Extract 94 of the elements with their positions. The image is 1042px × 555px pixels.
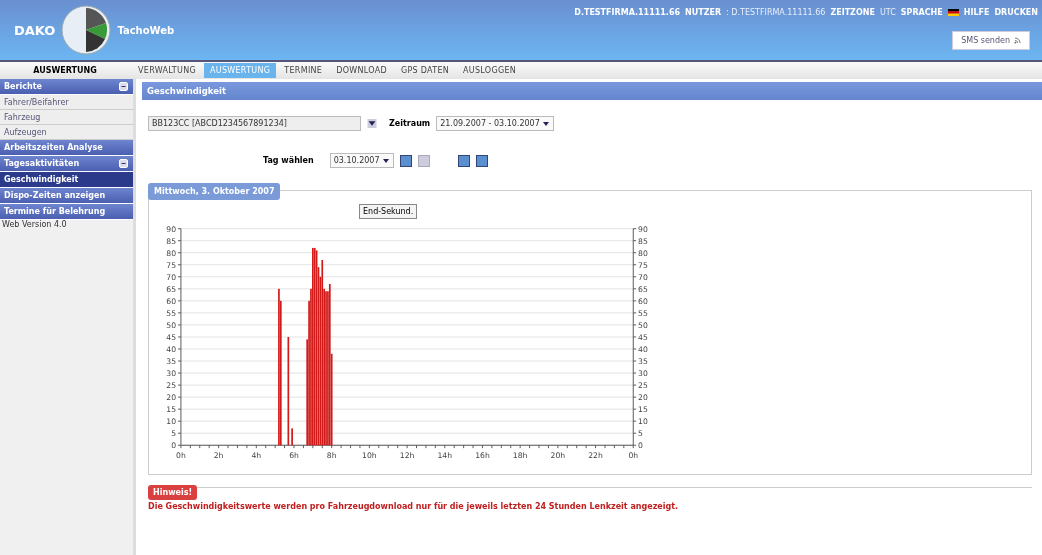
company-name: D.TESTFIRMA.11111.66 bbox=[574, 8, 680, 17]
y-tick-label: 60 bbox=[638, 296, 648, 306]
nav-tab[interactable]: AUSLOGGEN bbox=[457, 63, 523, 78]
y-tick-label: 50 bbox=[166, 320, 177, 330]
sidebar-item[interactable]: Dispo-Zeiten anzeigen bbox=[0, 188, 133, 204]
section-title: AUSWERTUNG bbox=[32, 66, 98, 75]
app-name: TachoWeb bbox=[117, 24, 175, 36]
x-tick-label: 6h bbox=[289, 450, 299, 460]
y-tick-label: 20 bbox=[638, 393, 648, 402]
sidebar-item[interactable]: Fahrzeug bbox=[0, 110, 133, 125]
x-tick-label: 8h bbox=[326, 450, 337, 460]
dropdown-icon bbox=[541, 119, 550, 128]
y-tick-label: 15 bbox=[166, 405, 177, 415]
y-tick-label: 5 bbox=[638, 429, 643, 439]
user-label: NUTZER bbox=[685, 8, 722, 17]
y-tick-label: 45 bbox=[166, 332, 177, 342]
y-tick-label: 45 bbox=[638, 332, 648, 342]
pie-logo-icon bbox=[61, 5, 112, 55]
timezone-label: ZEITZONE bbox=[830, 8, 875, 17]
x-tick-label: 18h bbox=[512, 450, 528, 460]
y-tick-label: 30 bbox=[638, 368, 648, 378]
nav-tab[interactable]: DOWNLOAD bbox=[330, 63, 393, 78]
y-tick-label: 90 bbox=[166, 224, 177, 234]
day-select[interactable]: 03.10.2007 bbox=[329, 153, 394, 168]
collapse-icon bbox=[119, 159, 128, 168]
x-tick-label: 12h bbox=[399, 450, 415, 460]
y-tick-label: 60 bbox=[166, 296, 177, 306]
x-tick-label: 16h bbox=[475, 450, 490, 460]
sidebar-item[interactable]: Geschwindigkeit bbox=[0, 172, 133, 188]
version-text: Web Version 4.0 bbox=[1, 220, 68, 229]
x-tick-label: 10h bbox=[362, 450, 377, 460]
y-tick-label: 40 bbox=[638, 344, 648, 354]
y-tick-label: 65 bbox=[166, 284, 177, 294]
user-name: : D.TESTFIRMA.11111.66 bbox=[726, 8, 826, 17]
notice-text: Die Geschwindigkeitswerte werden pro Fahrzeugdownload nur für die jeweils letzten 24 Stunden Lenkzeit angezeigt. bbox=[148, 502, 680, 511]
y-tick-label: 35 bbox=[166, 356, 177, 366]
logo-text: DAKO bbox=[14, 22, 56, 38]
y-tick-label: 50 bbox=[638, 320, 648, 330]
y-tick-label: 65 bbox=[638, 284, 648, 294]
x-tick-label: 4h bbox=[251, 450, 262, 460]
y-tick-label: 90 bbox=[638, 224, 648, 234]
dropdown-icon bbox=[381, 156, 390, 165]
sms-send-button[interactable]: SMS senden bbox=[952, 31, 1030, 50]
period-select[interactable]: 21.09.2007 - 03.10.2007 bbox=[436, 116, 554, 131]
x-tick-label: 20h bbox=[550, 450, 566, 460]
sidebar-item[interactable]: Berichte bbox=[0, 79, 133, 95]
timezone-value: UTC bbox=[879, 8, 896, 17]
y-tick-label: 40 bbox=[166, 344, 177, 354]
language-label: SPRACHE bbox=[900, 8, 943, 17]
y-tick-label: 55 bbox=[166, 308, 177, 318]
y-tick-label: 80 bbox=[166, 248, 177, 258]
y-tick-label: 0 bbox=[171, 441, 177, 451]
y-tick-label: 15 bbox=[638, 405, 648, 415]
x-tick-label: 0h bbox=[628, 450, 639, 460]
sidebar-item[interactable]: Tagesaktivitäten bbox=[0, 156, 133, 172]
page-title: Geschwindigkeit bbox=[142, 82, 1042, 100]
german-flag-icon[interactable] bbox=[947, 9, 959, 16]
y-tick-label: 75 bbox=[638, 260, 648, 270]
sidebar-item[interactable]: Termine für Belehrung bbox=[0, 204, 133, 220]
x-tick-label: 22h bbox=[588, 450, 603, 460]
y-tick-label: 75 bbox=[166, 260, 177, 270]
y-tick-label: 25 bbox=[166, 380, 177, 390]
y-tick-label: 10 bbox=[638, 417, 648, 427]
y-tick-label: 80 bbox=[638, 248, 648, 258]
rss-icon bbox=[1014, 37, 1021, 44]
y-tick-label: 20 bbox=[166, 393, 177, 402]
y-tick-label: 5 bbox=[171, 429, 177, 439]
end-seconds-button[interactable]: End-Sekund. bbox=[359, 204, 418, 219]
nav-tab[interactable]: TERMINE bbox=[278, 63, 329, 78]
y-tick-label: 85 bbox=[166, 236, 177, 246]
y-tick-label: 85 bbox=[638, 236, 648, 246]
y-tick-label: 30 bbox=[166, 368, 177, 378]
collapse-icon bbox=[119, 82, 128, 91]
y-tick-label: 70 bbox=[638, 272, 648, 282]
day-label: Tag wählen bbox=[263, 156, 314, 165]
vehicle-select[interactable]: BB123CC [ABCD1234567891234] bbox=[148, 116, 361, 131]
y-tick-label: 0 bbox=[638, 441, 643, 451]
dropdown-icon[interactable] bbox=[367, 119, 377, 128]
y-tick-label: 55 bbox=[638, 308, 648, 318]
chart-date-title: Mittwoch, 3. Oktober 2007 bbox=[148, 183, 281, 200]
y-tick-label: 35 bbox=[638, 356, 648, 366]
sidebar-item[interactable]: Arbeitszeiten Analyse bbox=[0, 140, 133, 156]
x-tick-label: 14h bbox=[437, 450, 453, 460]
nav-tab[interactable]: GPS DATEN bbox=[394, 63, 456, 78]
notice-title: Hinweis! bbox=[148, 485, 198, 500]
period-label: Zeitraum bbox=[389, 119, 431, 128]
sidebar-item[interactable]: Aufzeugen bbox=[0, 125, 133, 140]
y-tick-label: 25 bbox=[638, 380, 648, 390]
y-tick-label: 10 bbox=[166, 417, 177, 427]
nav-tab[interactable]: VERWALTUNG bbox=[132, 63, 202, 78]
x-tick-label: 0h bbox=[176, 450, 186, 460]
y-tick-label: 70 bbox=[166, 272, 177, 282]
sidebar-item[interactable]: Fahrer/Beifahrer bbox=[0, 95, 133, 110]
x-tick-label: 2h bbox=[213, 450, 224, 460]
